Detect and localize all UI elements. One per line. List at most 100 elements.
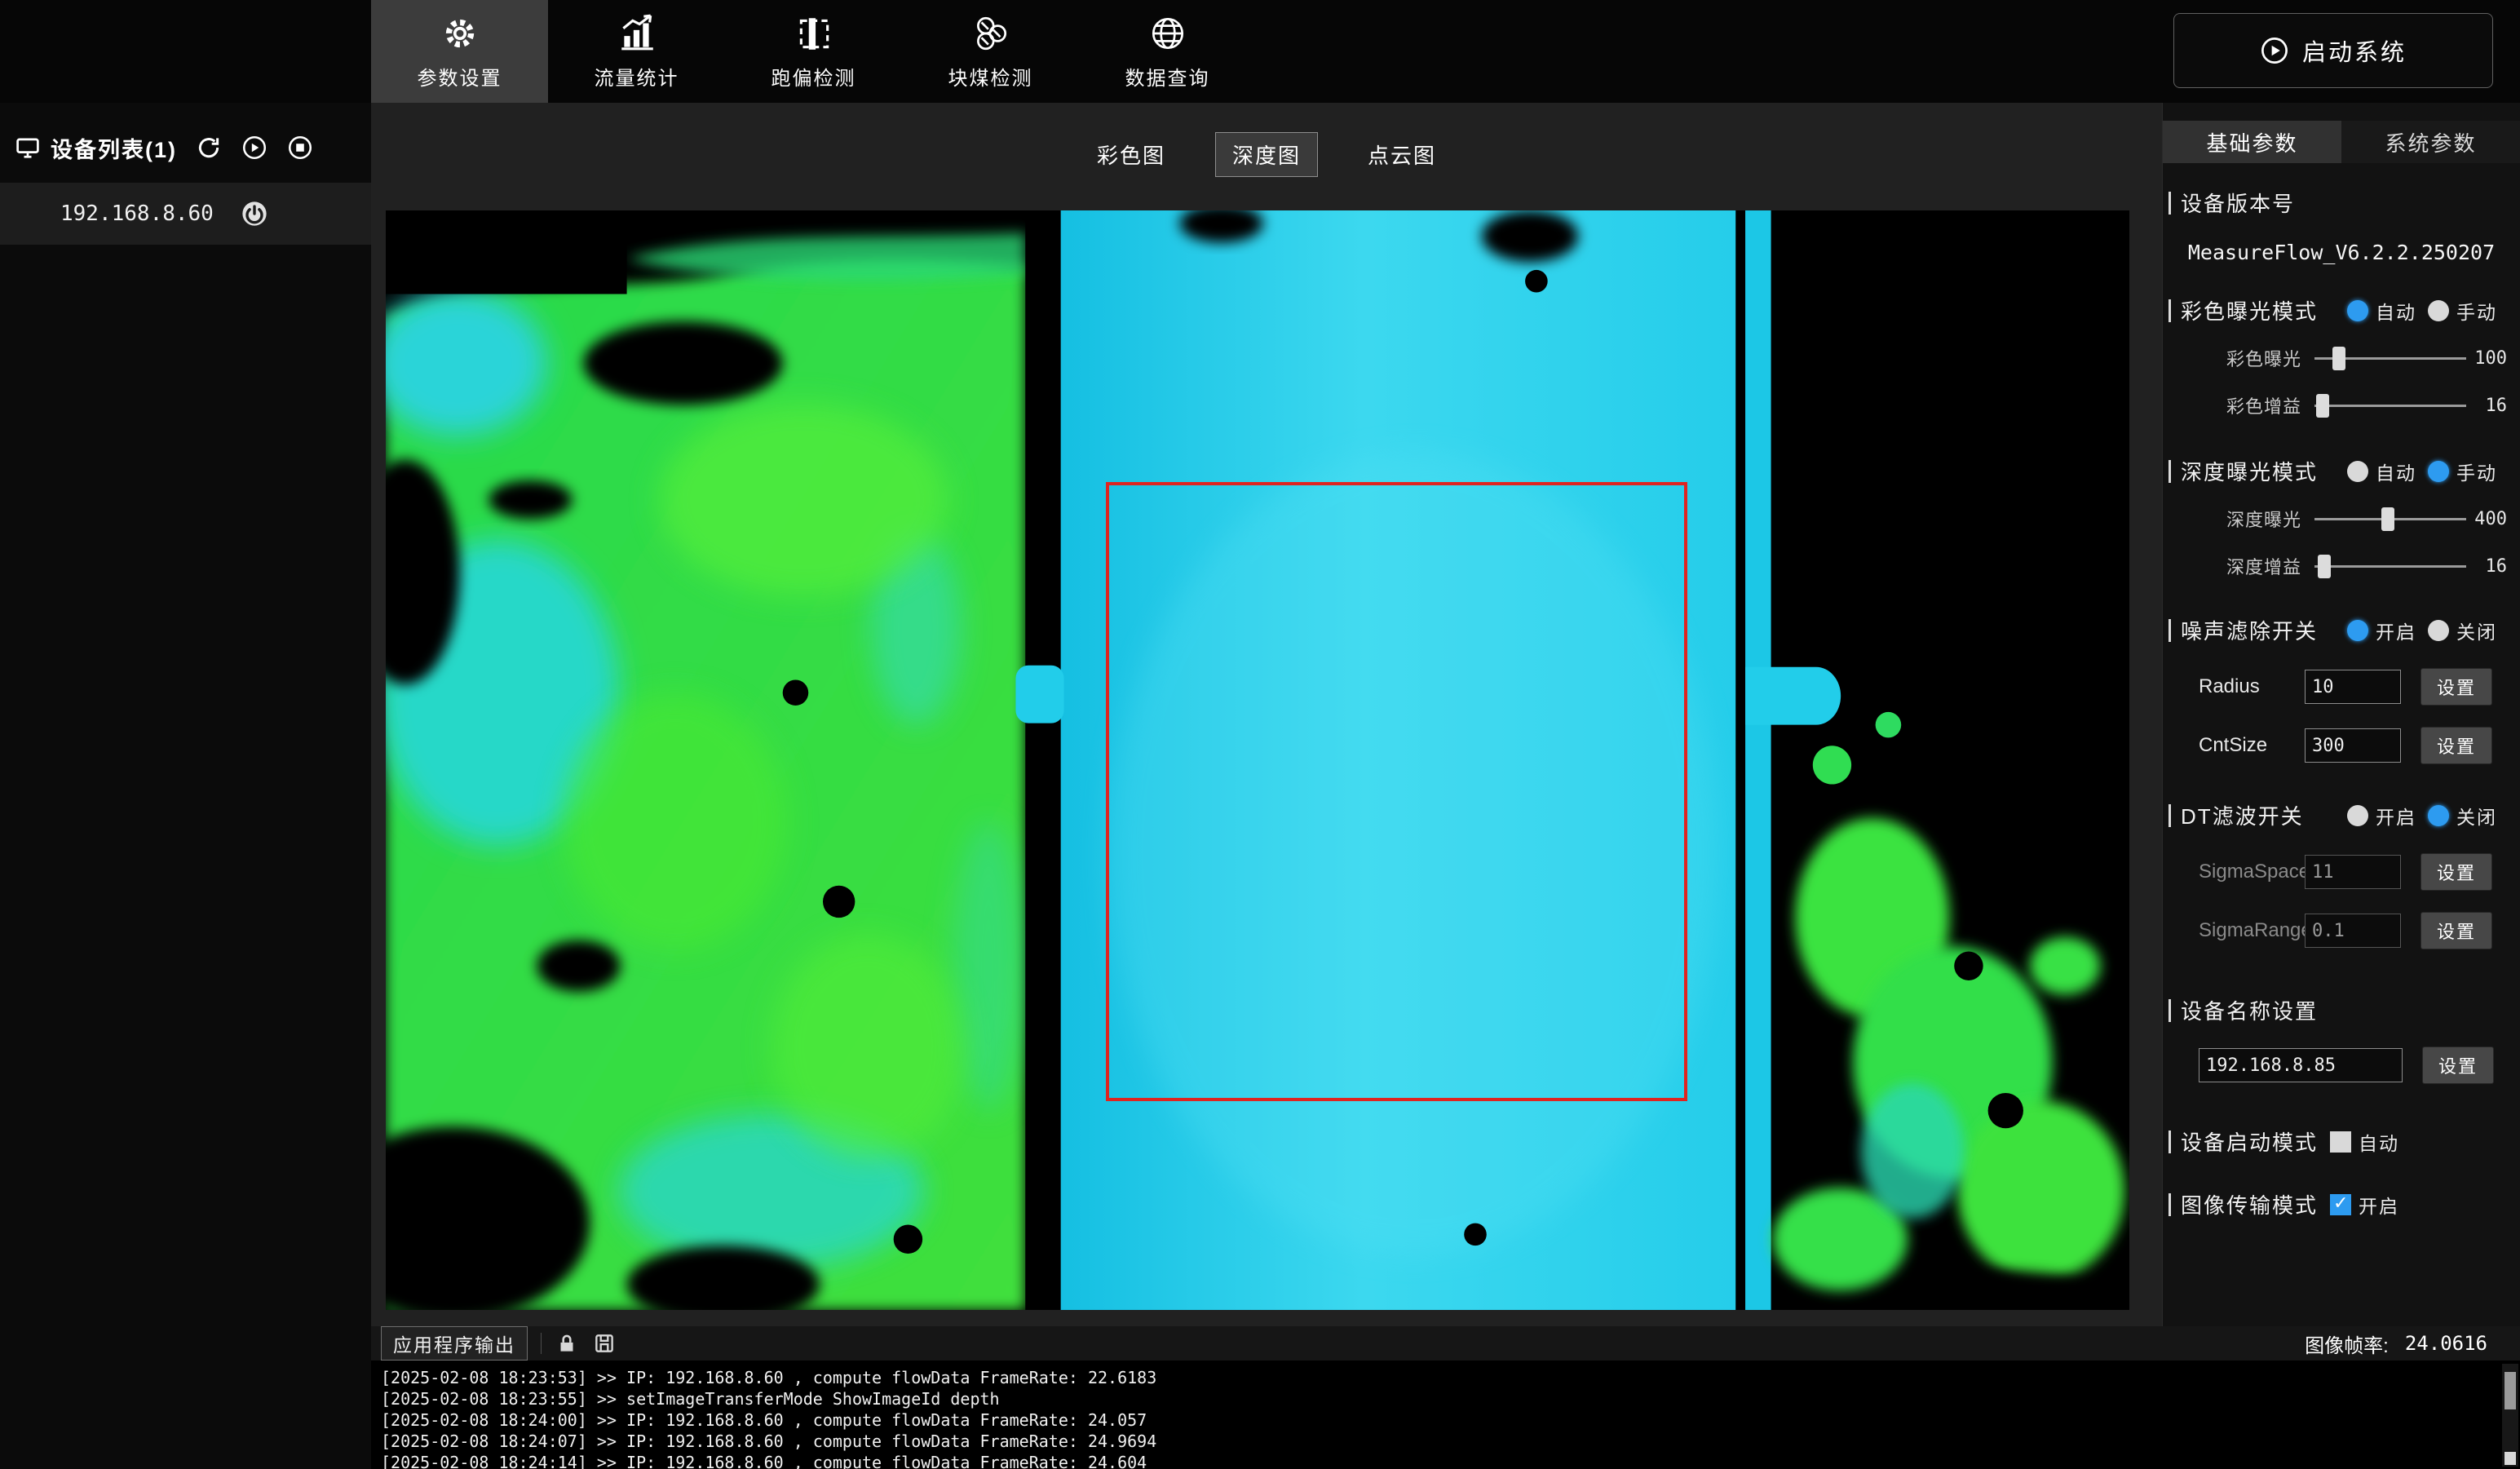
- device-name-header: 设备名称设置: [2163, 995, 2520, 1025]
- color-exposure-slider-row: 彩色曝光 100: [2163, 345, 2520, 371]
- color-exposure-label: 彩色曝光: [2212, 345, 2301, 371]
- off-option-label: 关闭: [2456, 802, 2497, 830]
- device-name-label: 设备名称设置: [2181, 995, 2318, 1025]
- device-version-label: 设备版本号: [2181, 188, 2295, 218]
- start-mode-label: 设备启动模式: [2181, 1126, 2318, 1157]
- slider-handle[interactable]: [2318, 555, 2331, 578]
- parameter-tabs: 基础参数 系统参数: [2163, 121, 2520, 163]
- roi-rectangle[interactable]: [1106, 482, 1687, 1101]
- tab-flow-statistics[interactable]: 流量统计: [548, 0, 725, 103]
- manual-option-label: 手动: [2456, 297, 2497, 325]
- application-output-tab[interactable]: 应用程序输出: [381, 1326, 528, 1361]
- frame-rate-label: 图像帧率:: [2305, 1330, 2389, 1358]
- dt-filter-off-radio[interactable]: [2428, 805, 2449, 826]
- noise-filter-row: 噪声滤除开关 开启 关闭: [2163, 615, 2520, 645]
- color-exposure-mode-row: 彩色曝光模式 自动 手动: [2163, 295, 2520, 325]
- frame-rate-readout: 图像帧率: 24.0616: [2305, 1330, 2510, 1358]
- console-header: 应用程序输出 图像帧率: 24.0616: [371, 1326, 2520, 1361]
- sigmaspace-input[interactable]: [2305, 855, 2401, 889]
- nav-tab-label: 数据查询: [1125, 62, 1210, 91]
- color-gain-slider[interactable]: [2314, 405, 2466, 407]
- cntsize-set-button[interactable]: 设置: [2421, 727, 2492, 764]
- sigmarange-set-button[interactable]: 设置: [2421, 912, 2492, 949]
- auto-option-label: 自动: [2376, 297, 2416, 325]
- tab-point-cloud[interactable]: 点云图: [1351, 132, 1453, 177]
- stop-all-icon[interactable]: [286, 134, 314, 162]
- color-exposure-auto-radio[interactable]: [2347, 300, 2368, 321]
- sigmaspace-set-button[interactable]: 设置: [2421, 853, 2492, 891]
- depth-exposure-slider[interactable]: [2314, 518, 2466, 520]
- top-navigation-bar: 参数设置 流量统计 跑偏检测 块煤检测: [0, 0, 2520, 103]
- log-line: [2025-02-08 18:24:07] >> IP: 192.168.8.6…: [381, 1431, 2484, 1452]
- color-exposure-slider[interactable]: [2314, 357, 2466, 360]
- on-option-label: 开启: [2376, 617, 2416, 644]
- tab-system-params[interactable]: 系统参数: [2341, 121, 2520, 163]
- tab-basic-params[interactable]: 基础参数: [2163, 121, 2341, 163]
- color-gain-slider-row: 彩色增益 16: [2163, 392, 2520, 418]
- depth-exposure-manual-radio[interactable]: [2428, 461, 2449, 482]
- depth-exposure-label: 深度曝光: [2212, 506, 2301, 532]
- device-list-item[interactable]: 192.168.8.60: [0, 183, 371, 245]
- off-option-label: 关闭: [2456, 617, 2497, 644]
- depth-exposure-auto-radio[interactable]: [2347, 461, 2368, 482]
- bar-chart-icon: [617, 13, 657, 54]
- device-version-value: MeasureFlow_V6.2.2.250207: [2163, 241, 2520, 264]
- sigmaspace-label: SigmaSpace: [2199, 861, 2305, 883]
- scrollbar-down-button[interactable]: [2505, 1452, 2516, 1465]
- slider-handle[interactable]: [2332, 347, 2345, 370]
- slider-handle[interactable]: [2381, 507, 2394, 531]
- coal-lumps-icon: [970, 13, 1011, 54]
- device-name-input[interactable]: [2199, 1048, 2403, 1082]
- color-exposure-mode-label: 彩色曝光模式: [2181, 295, 2318, 325]
- tab-color-image[interactable]: 彩色图: [1080, 132, 1183, 177]
- radius-set-button[interactable]: 设置: [2421, 668, 2492, 706]
- tab-deviation-detection[interactable]: 跑偏检测: [725, 0, 902, 103]
- noise-filter-off-radio[interactable]: [2428, 620, 2449, 641]
- play-all-icon[interactable]: [241, 134, 268, 162]
- cntsize-row: CntSize 设置: [2163, 727, 2520, 764]
- radius-input[interactable]: [2305, 670, 2401, 704]
- sigmaspace-row: SigmaSpace 设置: [2163, 853, 2520, 891]
- tab-data-query[interactable]: 数据查询: [1079, 0, 1256, 103]
- device-version-header: 设备版本号: [2163, 188, 2520, 218]
- color-gain-label: 彩色增益: [2212, 392, 2301, 418]
- noise-filter-on-radio[interactable]: [2347, 620, 2368, 641]
- dt-filter-on-radio[interactable]: [2347, 805, 2368, 826]
- depth-exposure-mode-row: 深度曝光模式 自动 手动: [2163, 456, 2520, 486]
- radius-row: Radius 设置: [2163, 668, 2520, 706]
- depth-exposure-mode-label: 深度曝光模式: [2181, 456, 2318, 486]
- frame-rate-value: 24.0616: [2405, 1332, 2487, 1355]
- tab-depth-image[interactable]: 深度图: [1215, 132, 1318, 177]
- color-exposure-value: 100: [2466, 348, 2520, 369]
- log-output-area[interactable]: [2025-02-08 18:23:53] >> IP: 192.168.8.6…: [371, 1361, 2520, 1469]
- refresh-icon[interactable]: [195, 134, 223, 162]
- radius-label: Radius: [2199, 675, 2305, 698]
- lock-icon[interactable]: [555, 1331, 579, 1356]
- start-mode-auto-checkbox[interactable]: [2330, 1131, 2351, 1153]
- nav-tab-label: 参数设置: [418, 62, 502, 91]
- color-exposure-manual-radio[interactable]: [2428, 300, 2449, 321]
- dt-filter-row: DT滤波开关 开启 关闭: [2163, 800, 2520, 830]
- sigmarange-label: SigmaRange: [2199, 919, 2305, 942]
- depth-image-viewport[interactable]: [386, 210, 2129, 1310]
- manual-option-label: 手动: [2456, 458, 2497, 485]
- tab-coal-detection[interactable]: 块煤检测: [902, 0, 1079, 103]
- device-sidebar: 设备列表(1) 192.168.8.60: [0, 103, 371, 1469]
- device-ip-label: 192.168.8.60: [60, 201, 214, 226]
- auto-option-label: 自动: [2359, 1128, 2399, 1156]
- cntsize-input[interactable]: [2305, 728, 2401, 763]
- transfer-mode-on-checkbox[interactable]: [2330, 1194, 2351, 1215]
- console-scrollbar[interactable]: [2502, 1364, 2518, 1467]
- depth-gain-slider[interactable]: [2314, 565, 2466, 568]
- sigmarange-input[interactable]: [2305, 914, 2401, 948]
- start-system-button[interactable]: 启动系统: [2173, 13, 2493, 88]
- scrollbar-thumb[interactable]: [2505, 1372, 2516, 1409]
- device-list-title: 设备列表(1): [51, 132, 177, 164]
- tab-parameter-settings[interactable]: 参数设置: [371, 0, 548, 103]
- save-log-icon[interactable]: [592, 1331, 617, 1356]
- device-name-set-button[interactable]: 设置: [2422, 1046, 2494, 1084]
- globe-icon: [1147, 13, 1188, 54]
- power-icon[interactable]: [240, 199, 269, 228]
- depth-gain-value: 16: [2466, 556, 2520, 577]
- slider-handle[interactable]: [2316, 394, 2329, 418]
